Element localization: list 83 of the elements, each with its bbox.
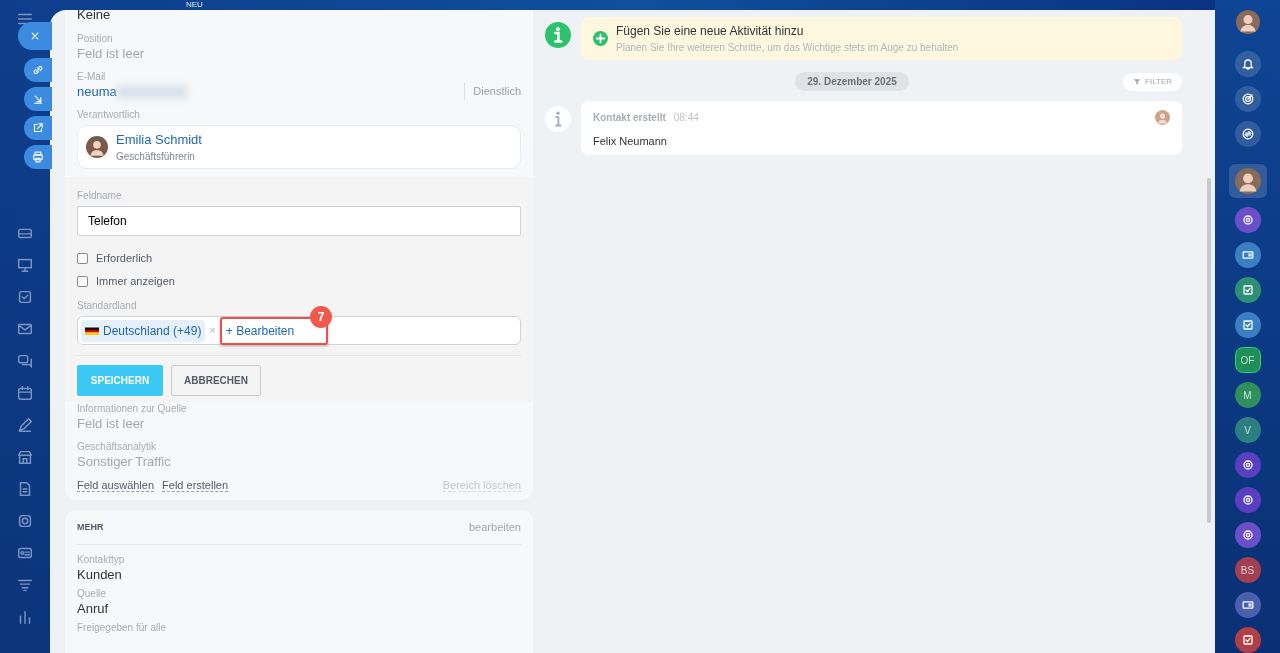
country-tag[interactable]: Deutschland (+49) (81, 319, 206, 342)
download-button[interactable] (24, 87, 52, 111)
chat-icon[interactable] (16, 352, 34, 370)
presentation-icon[interactable] (16, 256, 34, 274)
field-label: Standardland (77, 299, 138, 312)
field-value: Kunden (77, 565, 123, 583)
target-button[interactable] (1234, 86, 1261, 112)
user-initials[interactable]: V (1234, 417, 1261, 443)
field-label: Geschäftsanalytik (77, 440, 157, 453)
avatar-icon (1155, 110, 1170, 125)
name-input[interactable]: Telefon (77, 206, 521, 236)
action-link[interactable]: Feld erstellen (162, 479, 229, 492)
field-label: Verantwortlich (77, 108, 141, 121)
activity-type: Kontakt erstellt (593, 111, 666, 125)
checkbox[interactable] (77, 276, 88, 287)
task-icon[interactable] (16, 288, 34, 306)
task-button[interactable] (1234, 277, 1261, 303)
avatar-icon (1234, 168, 1261, 194)
user-role: Geschäftsführerin (116, 150, 196, 165)
tag-label: Deutschland (+49) (103, 322, 202, 340)
email-link[interactable]: neuma (77, 83, 117, 100)
store-icon[interactable] (16, 448, 34, 466)
link-icon (31, 63, 45, 77)
flag-icon (85, 325, 99, 336)
menu-label: NEU (186, 0, 203, 9)
activity-hint: Planen Sie Ihre weiteren Schritte, um das Wichtige stets im Auge zu behalten (616, 41, 959, 55)
cancel-button[interactable]: ABBRECHEN (171, 365, 261, 396)
field-label: E-Mail (77, 70, 107, 83)
field-label: Informationen zur Quelle (77, 402, 188, 415)
field-label: Position (77, 32, 114, 45)
selected-chat[interactable] (1228, 164, 1267, 198)
field-value: Feld ist leer (77, 415, 146, 432)
date-label: 29. Dezember 2025 (795, 72, 909, 91)
close-button[interactable] (18, 22, 52, 50)
print-icon (31, 150, 45, 164)
open-button[interactable] (24, 116, 52, 140)
action-link[interactable]: Feld auswählen (77, 479, 155, 492)
avatar-icon (86, 136, 108, 158)
pen-icon[interactable] (16, 416, 34, 434)
field-value: Keine (77, 10, 112, 24)
field-value: Feld ist leer (77, 45, 146, 62)
external-link-icon (31, 121, 45, 135)
field-label: Freigegeben für alle (77, 620, 167, 634)
field-value: Sonstiger Traffic (77, 453, 172, 470)
activity-time: 08:44 (673, 111, 699, 125)
print-button[interactable] (24, 145, 52, 169)
section-title: MEHR (77, 520, 104, 534)
calendar-icon[interactable] (16, 384, 34, 402)
email-type: Dienstlich (464, 83, 521, 100)
box-icon[interactable] (16, 512, 34, 530)
app-button[interactable] (1234, 522, 1261, 548)
id-card-button[interactable] (1234, 242, 1261, 268)
add-activity-card[interactable]: Fügen Sie eine neue Aktivität hinzu Planen Sie Ihre weiteren Schritte, um das Wichtige stets im Auge zu behalten (581, 17, 1182, 60)
app-button[interactable] (1234, 452, 1261, 478)
contact-name: Felix Neumann (593, 134, 668, 149)
field-label: Kontakttyp (77, 552, 126, 566)
id-card-button[interactable] (1234, 592, 1261, 618)
checkbox[interactable] (77, 253, 88, 264)
scrollbar[interactable] (1207, 178, 1211, 523)
user-name[interactable]: Emilia Schmidt (116, 129, 202, 150)
bell-button[interactable] (1234, 51, 1261, 77)
info-icon (545, 22, 571, 48)
copy-link-button[interactable] (24, 58, 52, 82)
blurred-text (116, 84, 187, 99)
activity-title: Fügen Sie eine neue Aktivität hinzu (616, 23, 805, 40)
app-button[interactable] (1234, 207, 1261, 233)
info-icon (545, 106, 571, 132)
avatar-icon[interactable] (1235, 10, 1260, 34)
task-button[interactable] (1234, 627, 1261, 653)
task-button[interactable] (1234, 312, 1261, 338)
filter-icon (1133, 77, 1142, 86)
checkbox-label[interactable]: Erforderlich (96, 250, 153, 267)
group-badge[interactable]: OF (1234, 347, 1261, 373)
step-badge: 7 (310, 306, 332, 328)
checkbox-label[interactable]: Immer anzeigen (96, 273, 175, 290)
field-value: Anruf (77, 599, 110, 617)
app-button[interactable] (1234, 487, 1261, 513)
field-label: Quelle (77, 586, 107, 600)
plus-icon (593, 31, 608, 46)
user-initials[interactable]: BS (1234, 557, 1261, 583)
user-initials[interactable]: M (1234, 382, 1261, 408)
chat-button[interactable] (1234, 121, 1261, 147)
field-label: Feldname (77, 189, 123, 202)
